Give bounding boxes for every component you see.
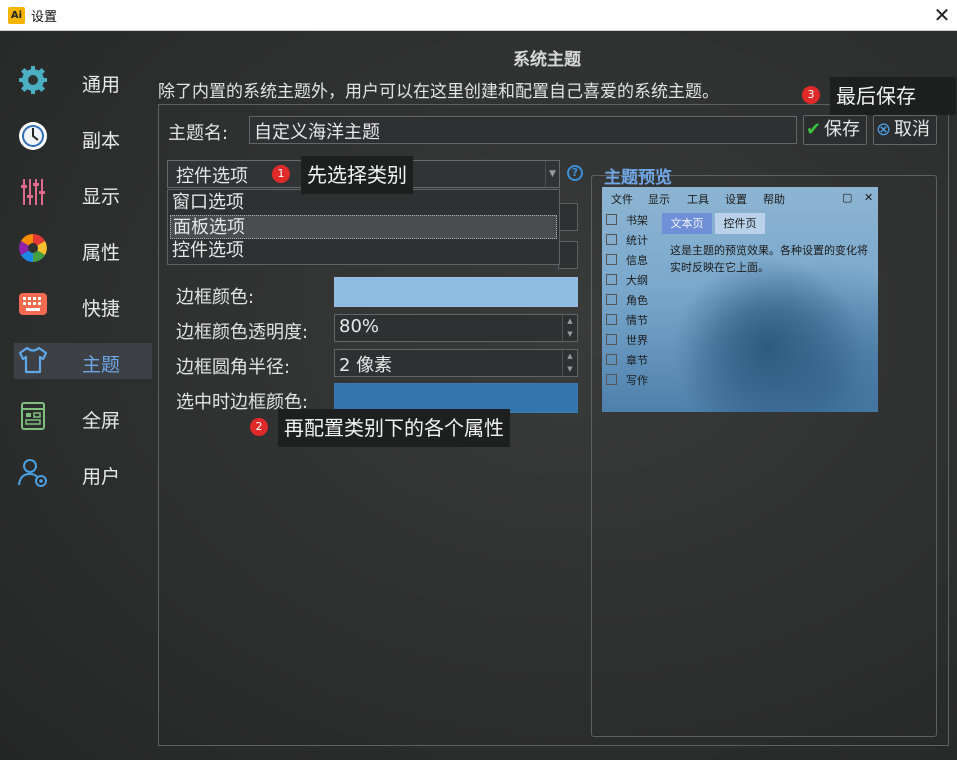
preview-side-item: 情节 <box>606 312 648 328</box>
category-selected-value: 控件选项 <box>176 166 248 187</box>
sidebar-item-fullscreen[interactable]: 全屏 <box>14 399 152 435</box>
step-badge-3: 3 <box>802 86 820 104</box>
hidden-spin-edge <box>558 241 578 269</box>
preview-menu-item: 设置 <box>725 193 747 206</box>
preview-menu-item: 帮助 <box>763 193 785 206</box>
sidebar-item-display[interactable]: 显示 <box>14 175 152 211</box>
preview-menu-item: 工具 <box>687 193 709 206</box>
close-icon[interactable]: ✕ <box>930 2 954 28</box>
preview-close-icon: ✕ <box>864 191 874 204</box>
preview-menu-item: 文件 <box>611 193 633 206</box>
preview-item-icon <box>606 214 617 225</box>
sidebar-label: 属性 <box>82 242 121 264</box>
preview-side-item: 信息 <box>606 252 648 268</box>
spin-down-icon[interactable]: ▼ <box>563 328 577 341</box>
step-badge-2: 2 <box>250 418 268 436</box>
sidebar-label: 用户 <box>82 466 121 488</box>
preview-title: 主题预览 <box>604 168 672 188</box>
callout-step-2: 再配置类别下的各个属性 <box>278 409 510 447</box>
preview-tab-text: 文本页 <box>662 213 712 234</box>
preview-side-item: 世界 <box>606 332 648 348</box>
user-settings-icon <box>18 459 47 487</box>
app-logo-icon: Ai <box>8 7 25 24</box>
dropdown-option-control[interactable]: 控件选项 <box>170 239 557 263</box>
gear-icon <box>19 66 47 94</box>
sidebar-label: 全屏 <box>82 410 121 432</box>
preview-menu-item: 显示 <box>648 193 670 206</box>
preview-menubar: 文件 显示 工具 设置 帮助 ▢ ✕ <box>602 187 878 207</box>
palette-icon <box>19 234 47 262</box>
border-opacity-spinbox[interactable]: 80% ▲ ▼ <box>334 314 578 342</box>
chevron-down-icon[interactable]: ▼ <box>545 161 559 187</box>
preview-side-item: 写作 <box>606 372 648 388</box>
border-color-swatch[interactable] <box>334 277 578 307</box>
theme-preview-image: 文件 显示 工具 设置 帮助 ▢ ✕ 书架 统计 信息 大纲 角色 情节 世界 … <box>602 187 878 412</box>
clock-icon <box>19 122 47 150</box>
preview-item-icon <box>606 294 617 305</box>
preview-side-item: 统计 <box>606 232 648 248</box>
hidden-field-edge <box>558 203 578 231</box>
preview-item-icon <box>606 374 617 385</box>
border-opacity-label: 边框颜色透明度: <box>176 322 309 343</box>
preview-item-icon <box>606 274 617 285</box>
corner-radius-label: 边框圆角半径: <box>176 357 291 378</box>
cancel-circle-icon: ⊗ <box>876 119 892 140</box>
sidebar-item-general[interactable]: 通用 <box>14 63 152 99</box>
preview-item-icon <box>606 314 617 325</box>
cancel-button[interactable]: ⊗ 取消 <box>873 115 937 145</box>
preview-side-item: 章节 <box>606 352 648 368</box>
preview-item-icon <box>606 254 617 265</box>
sidebar-item-copies[interactable]: 副本 <box>14 119 152 155</box>
theme-name-label: 主题名: <box>168 123 229 144</box>
help-icon[interactable]: ? <box>567 165 583 181</box>
step-badge-1: 1 <box>272 165 290 183</box>
preview-side-item: 大纲 <box>606 272 648 288</box>
sidebar-item-properties[interactable]: 属性 <box>14 231 152 267</box>
preview-side-item: 角色 <box>606 292 648 308</box>
spin-up-icon[interactable]: ▲ <box>563 350 577 363</box>
preview-maximize-icon: ▢ <box>842 191 853 204</box>
sliders-icon <box>21 179 45 205</box>
spin-down-icon[interactable]: ▼ <box>563 363 577 376</box>
category-dropdown-list: 窗口选项 面板选项 控件选项 <box>167 189 560 265</box>
keyboard-icon <box>19 293 47 315</box>
sidebar-label: 快捷 <box>82 298 121 320</box>
window-titlebar: Ai 设置 ✕ <box>0 0 957 31</box>
fullscreen-icon <box>21 402 45 430</box>
save-button[interactable]: ✔ 保存 <box>803 115 867 145</box>
sidebar-label: 副本 <box>82 130 121 152</box>
sidebar-item-shortcuts[interactable]: 快捷 <box>14 287 152 323</box>
callout-step-3: 最后保存 <box>830 77 956 115</box>
shirt-icon <box>18 346 48 374</box>
corner-radius-spinbox[interactable]: 2 像素 ▲ ▼ <box>334 349 578 377</box>
preview-item-icon <box>606 334 617 345</box>
theme-name-input[interactable]: 自定义海洋主题 <box>249 116 797 144</box>
sidebar-item-user[interactable]: 用户 <box>14 455 152 491</box>
sidebar-label: 通用 <box>82 74 121 96</box>
preview-side-item: 书架 <box>606 212 648 228</box>
spin-up-icon[interactable]: ▲ <box>563 315 577 328</box>
preview-item-icon <box>606 354 617 365</box>
dropdown-option-window[interactable]: 窗口选项 <box>170 191 557 215</box>
checkmark-icon: ✔ <box>806 119 822 140</box>
sidebar-item-theme[interactable]: 主题 <box>14 343 152 379</box>
window-title: 设置 <box>31 10 58 25</box>
sidebar-label: 主题 <box>82 354 121 376</box>
page-description: 除了内置的系统主题外，用户可以在这里创建和配置自己喜爱的系统主题。 <box>158 82 719 102</box>
page-title: 系统主题 <box>513 50 581 70</box>
preview-body-text: 这是主题的预览效果。各种设置的变化将实时反映在它上面。 <box>670 244 868 274</box>
preview-tab-controls: 控件页 <box>715 213 765 234</box>
dropdown-option-panel[interactable]: 面板选项 <box>170 215 557 239</box>
preview-item-icon <box>606 234 617 245</box>
sidebar-label: 显示 <box>82 186 121 208</box>
border-color-label: 边框颜色: <box>176 287 255 308</box>
callout-step-1: 先选择类别 <box>301 156 413 194</box>
